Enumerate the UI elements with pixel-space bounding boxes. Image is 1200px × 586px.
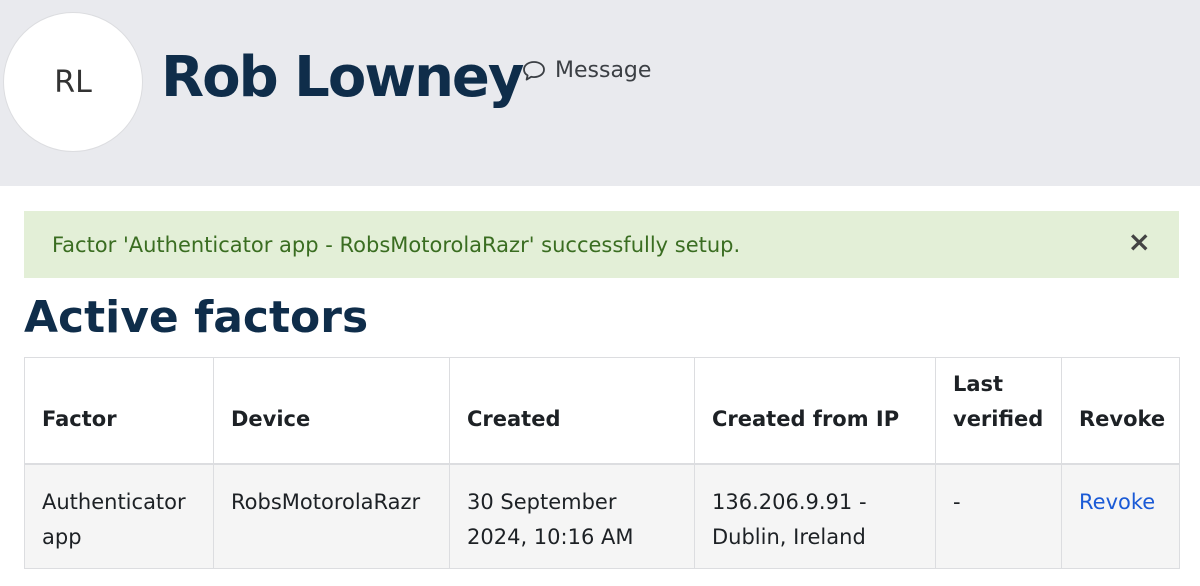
column-header-device: Device: [213, 357, 450, 464]
column-header-revoke: Revoke: [1061, 357, 1180, 464]
cell-created-from-ip: 136.206.9.91 - Dublin, Ireland: [694, 463, 936, 569]
cell-last-verified: -: [935, 463, 1062, 569]
profile-header: RL Rob Lowney Message: [0, 0, 1200, 186]
table-row: Authenticator app RobsMotorolaRazr 30 Se…: [24, 463, 1180, 569]
column-header-created-from-ip: Created from IP: [694, 357, 936, 464]
avatar-initials: RL: [54, 64, 92, 100]
active-factors-table: Factor Device Created Created from IP La…: [24, 357, 1180, 569]
page-title: Rob Lowney: [161, 45, 524, 110]
cell-device: RobsMotorolaRazr: [213, 463, 450, 569]
table-header-row: Factor Device Created Created from IP La…: [24, 357, 1180, 464]
cell-created: 30 September 2024, 10:16 AM: [449, 463, 695, 569]
avatar: RL: [3, 12, 143, 152]
close-icon[interactable]: ×: [1128, 227, 1151, 257]
section-title: Active factors: [24, 292, 369, 343]
speech-bubble-icon: [522, 60, 546, 82]
column-header-factor: Factor: [24, 357, 214, 464]
revoke-link[interactable]: Revoke: [1079, 490, 1155, 514]
message-label: Message: [555, 58, 652, 83]
column-header-created: Created: [449, 357, 695, 464]
column-header-last-verified: Last verified: [935, 357, 1062, 464]
cell-revoke: Revoke: [1061, 463, 1180, 569]
success-alert: Factor 'Authenticator app - RobsMotorola…: [24, 211, 1179, 278]
alert-message: Factor 'Authenticator app - RobsMotorola…: [52, 232, 741, 257]
message-button[interactable]: Message: [522, 58, 651, 83]
cell-factor: Authenticator app: [24, 463, 214, 569]
